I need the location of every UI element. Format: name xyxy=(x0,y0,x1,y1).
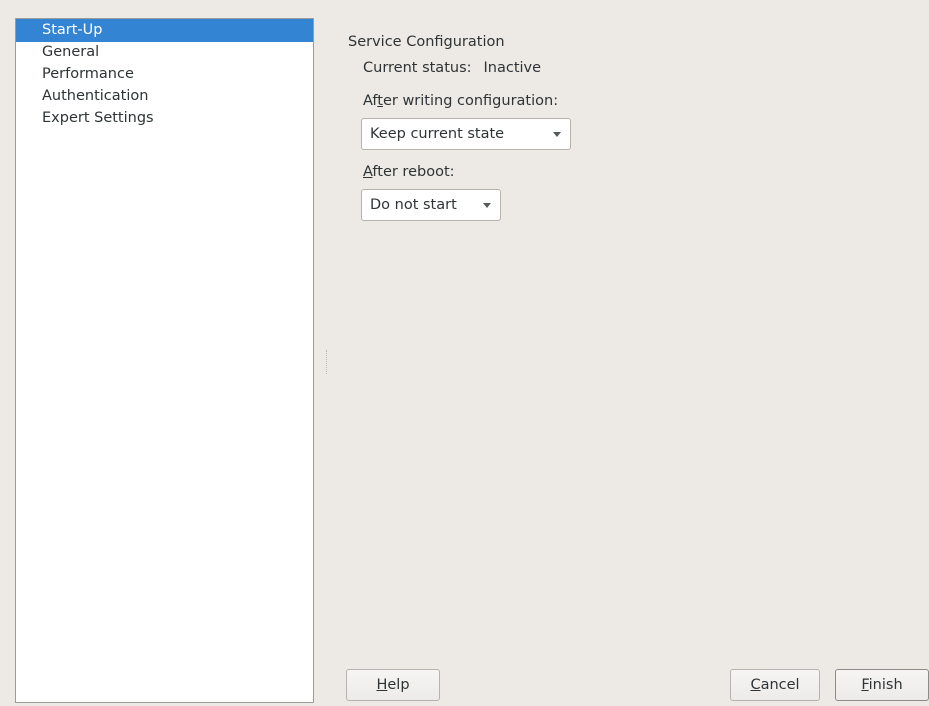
current-status-label: Current status: xyxy=(363,60,472,76)
pane-splitter-handle[interactable] xyxy=(326,350,328,374)
after-writing-label-pre: Af xyxy=(363,93,378,109)
finish-button[interactable]: Finish xyxy=(835,669,929,701)
after-writing-configuration-value: Keep current state xyxy=(370,126,505,142)
after-reboot-label-post: fter reboot: xyxy=(372,164,455,180)
yast-service-window: Start-Up General Performance Authenticat… xyxy=(0,0,929,706)
help-button[interactable]: Help xyxy=(346,669,440,701)
after-writing-configuration-label: After writing configuration: xyxy=(363,91,558,111)
nav-item-expert-settings[interactable]: Expert Settings xyxy=(16,106,313,130)
finish-button-mnemonic: F xyxy=(861,677,869,693)
cancel-button-mnemonic: C xyxy=(750,677,761,693)
nav-item-performance[interactable]: Performance xyxy=(16,62,313,86)
help-button-label: elp xyxy=(387,677,410,693)
after-reboot-label-mnemonic: A xyxy=(363,164,373,180)
finish-button-label: inish xyxy=(868,677,903,693)
nav-item-general[interactable]: General xyxy=(16,40,313,64)
nav-item-start-up[interactable]: Start-Up xyxy=(16,19,313,42)
after-reboot-select[interactable]: Do not start xyxy=(361,189,501,221)
nav-item-authentication[interactable]: Authentication xyxy=(16,84,313,108)
help-button-mnemonic: H xyxy=(376,677,388,693)
dropdown-arrow-icon xyxy=(553,132,561,137)
after-writing-configuration-select[interactable]: Keep current state xyxy=(361,118,571,150)
after-reboot-label: After reboot: xyxy=(363,162,455,182)
dropdown-arrow-icon xyxy=(483,203,491,208)
after-reboot-value: Do not start xyxy=(370,197,457,213)
current-status-row: Current status: Inactive xyxy=(363,58,541,78)
after-writing-label-post: er writing configuration: xyxy=(382,93,559,109)
current-status-value: Inactive xyxy=(483,60,542,76)
service-configuration-heading: Service Configuration xyxy=(348,34,505,50)
cancel-button[interactable]: Cancel xyxy=(730,669,820,701)
navigation-tree[interactable]: Start-Up General Performance Authenticat… xyxy=(15,18,314,703)
cancel-button-label: ancel xyxy=(760,677,800,693)
